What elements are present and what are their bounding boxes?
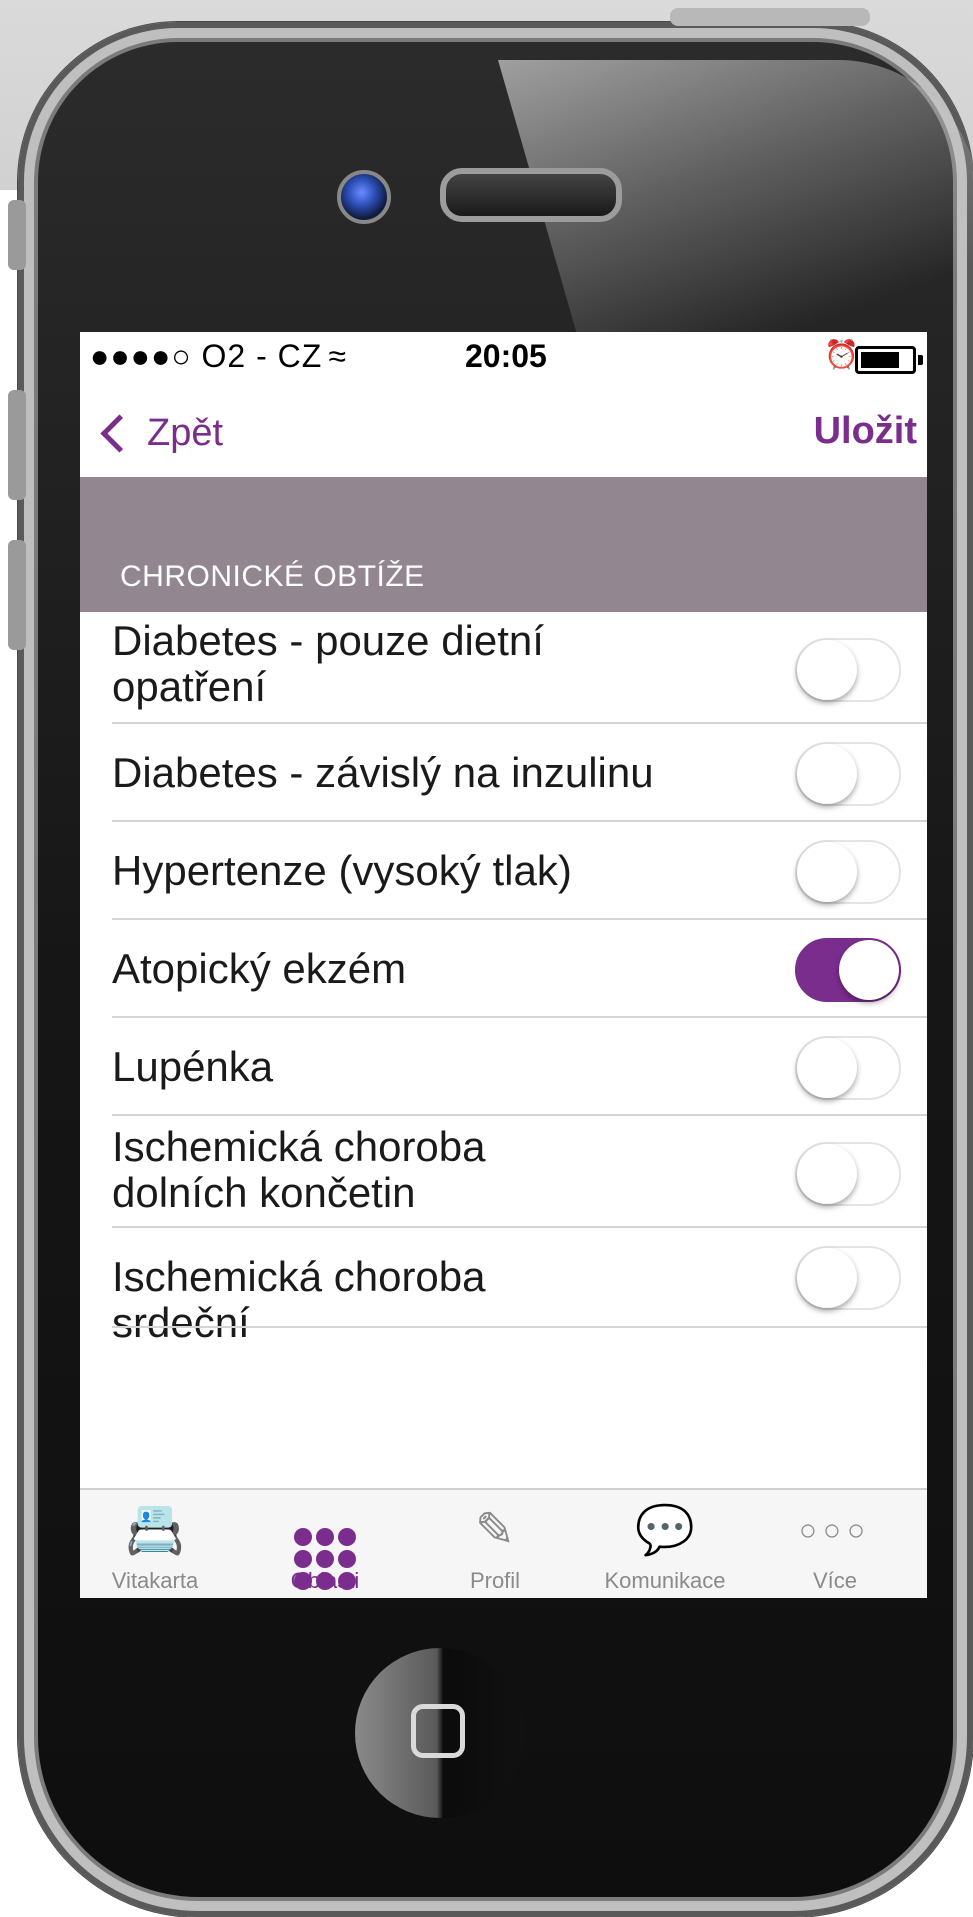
list-item: Atopický ekzém xyxy=(80,920,927,1018)
back-label: Zpět xyxy=(147,412,224,454)
toggle-switch[interactable] xyxy=(795,1036,901,1100)
toggle-switch[interactable] xyxy=(795,638,901,702)
tab-bar: 📇 Vitakarta Oblasti ✎ Profil 💬 Komunikac… xyxy=(80,1488,927,1598)
list-item: Lupénka xyxy=(80,1018,927,1116)
toggle-switch[interactable] xyxy=(795,1142,901,1206)
grid-dots-icon xyxy=(250,1498,400,1590)
toggle-switch[interactable] xyxy=(795,742,901,806)
status-bar: ●●●●○ O2 - CZ ≈ 20:05 ⏰ xyxy=(80,332,927,382)
list-item: Diabetes - pouze dietní opatření xyxy=(80,612,927,724)
toggle-switch[interactable] xyxy=(795,938,901,1002)
item-label: Diabetes - pouze dietní opatření xyxy=(112,617,544,710)
tab-profil[interactable]: ✎ Profil xyxy=(420,1490,570,1598)
home-button[interactable] xyxy=(355,1648,525,1818)
mute-switch xyxy=(8,200,26,270)
list-item: Ischemická choroba dolních končetin xyxy=(80,1116,927,1228)
toggle-switch[interactable] xyxy=(795,1246,901,1310)
back-button[interactable]: Zpět xyxy=(98,412,223,455)
edit-profile-icon: ✎ xyxy=(474,1504,516,1557)
clock: 20:05 xyxy=(465,338,547,374)
item-label: Diabetes - závislý na inzulinu xyxy=(112,749,654,796)
volume-down-button xyxy=(8,540,26,650)
toggle-switch[interactable] xyxy=(795,840,901,904)
save-button[interactable]: Uložit xyxy=(814,410,917,453)
section-header: CHRONICKÉ OBTÍŽE xyxy=(80,477,927,612)
section-title: CHRONICKÉ OBTÍŽE xyxy=(120,560,425,593)
home-square-icon xyxy=(411,1704,465,1758)
battery-icon xyxy=(855,346,923,374)
chevron-left-icon xyxy=(100,414,139,453)
item-label: Atopický ekzém xyxy=(112,945,407,992)
front-camera xyxy=(337,170,391,224)
tab-oblasti[interactable]: Oblasti xyxy=(250,1490,400,1598)
power-button xyxy=(670,8,870,26)
id-card-icon: 📇 xyxy=(125,1504,185,1557)
list-item: Diabetes - závislý na inzulinu xyxy=(80,724,927,822)
tab-komunikace[interactable]: 💬 Komunikace xyxy=(590,1490,740,1598)
carrier-label: ●●●●○ O2 - CZ ≈ xyxy=(90,338,347,374)
navigation-bar: Zpět Uložit xyxy=(80,382,927,477)
tab-vice[interactable]: ○○○ Více xyxy=(760,1490,910,1598)
item-label: Ischemická choroba dolních končetin xyxy=(112,1123,486,1216)
wifi-icon: ≈ xyxy=(328,338,347,374)
list-item: Hypertenze (vysoký tlak) xyxy=(80,822,927,920)
phone-screen: ●●●●○ O2 - CZ ≈ 20:05 ⏰ Zpět Uložit CHRON… xyxy=(80,332,927,1598)
tab-vitakarta[interactable]: 📇 Vitakarta xyxy=(80,1490,230,1598)
chat-bubbles-icon: 💬 xyxy=(635,1504,695,1557)
volume-up-button xyxy=(8,390,26,500)
more-icon: ○○○ xyxy=(798,1514,872,1547)
item-label: Ischemická choroba srdeční xyxy=(112,1253,486,1346)
earpiece-speaker xyxy=(440,168,622,222)
list-item: Ischemická choroba srdeční xyxy=(80,1228,927,1346)
item-label: Hypertenze (vysoký tlak) xyxy=(112,847,572,894)
alarm-icon: ⏰ xyxy=(824,339,859,370)
item-label: Lupénka xyxy=(112,1043,274,1090)
